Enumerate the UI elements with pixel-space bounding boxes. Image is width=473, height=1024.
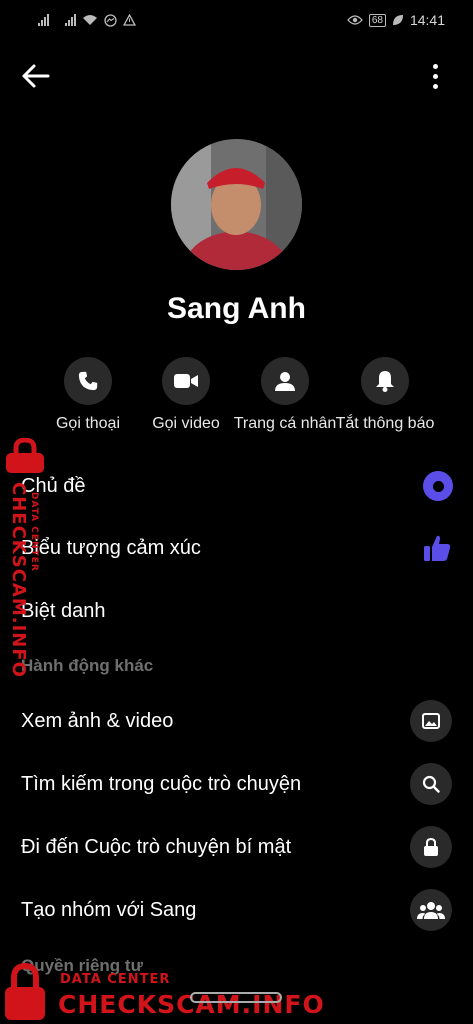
secret-conversation-button[interactable]: [410, 826, 452, 868]
top-bar: [0, 52, 473, 100]
mute-button[interactable]: [361, 357, 409, 405]
avatar: [171, 139, 302, 270]
watermark-tag: DATA CENTER: [60, 972, 171, 987]
status-left: [38, 13, 136, 27]
create-group-label: Tạo nhóm với Sang: [21, 898, 197, 921]
watermark-site-vertical: CHECKSCAM.INFO: [8, 482, 29, 678]
mute-label: Tắt thông báo: [335, 415, 435, 432]
messenger-icon: [104, 13, 117, 27]
secret-conversation-row[interactable]: Đi đến Cuộc trò chuyện bí mật: [0, 821, 473, 873]
theme-row[interactable]: Chủ đề: [0, 460, 473, 512]
bell-icon: [376, 371, 394, 392]
mute-action[interactable]: Tắt thông báo: [330, 357, 440, 433]
home-indicator[interactable]: [190, 992, 282, 1003]
search-button[interactable]: [410, 763, 452, 805]
person-icon: [275, 372, 295, 391]
theme-icon: [423, 471, 453, 501]
signal-icon: [38, 14, 49, 26]
clock: 14:41: [409, 12, 445, 28]
status-right: 68 14:41: [346, 12, 445, 28]
phone-icon: [78, 371, 98, 391]
profile-action[interactable]: Trang cá nhân: [230, 357, 340, 433]
video-action[interactable]: Gọi video: [131, 357, 241, 433]
search-row[interactable]: Tìm kiếm trong cuộc trò chuyện: [0, 758, 473, 810]
secret-conversation-label: Đi đến Cuộc trò chuyện bí mật: [21, 835, 292, 858]
watermark-side: CHECKSCAM.INFO DATA CENTER: [2, 437, 52, 678]
media-row[interactable]: Xem ảnh & video: [0, 695, 473, 747]
padlock-logo-icon: [5, 962, 45, 1020]
create-group-row[interactable]: Tạo nhóm với Sang: [0, 884, 473, 936]
call-button[interactable]: [64, 357, 112, 405]
video-call-button[interactable]: [162, 357, 210, 405]
lock-icon: [424, 837, 438, 856]
battery-level: 68: [368, 13, 386, 27]
profile-label: Trang cá nhân: [233, 415, 337, 432]
emoji-row[interactable]: Biểu tượng cảm xúc: [0, 522, 473, 574]
more-options-button[interactable]: [425, 60, 445, 92]
search-icon: [422, 775, 440, 793]
group-icon: [417, 902, 445, 919]
video-camera-icon: [174, 374, 198, 388]
quick-actions: Gọi thoại Gọi video Trang cá nhân Tắt th…: [0, 357, 473, 437]
media-button[interactable]: [410, 700, 452, 742]
warning-icon: [123, 14, 136, 26]
thumbs-up-icon: [424, 535, 451, 561]
status-bar: 68 14:41: [0, 0, 473, 40]
eye-icon: [346, 15, 363, 25]
profile-name: Sang Anh: [167, 292, 306, 325]
watermark-tag-vertical: DATA CENTER: [29, 492, 39, 572]
media-label: Xem ảnh & video: [21, 709, 174, 732]
padlock-logo-icon: [6, 437, 44, 473]
create-group-button[interactable]: [410, 889, 452, 931]
video-label: Gọi video: [152, 415, 220, 432]
signal-icon: [65, 14, 76, 26]
call-action[interactable]: Gọi thoại: [33, 357, 143, 433]
back-button[interactable]: [20, 62, 52, 90]
profile-button[interactable]: [261, 357, 309, 405]
leaf-icon: [392, 15, 403, 25]
image-icon: [422, 713, 440, 729]
search-label: Tìm kiếm trong cuộc trò chuyện: [21, 772, 302, 795]
back-arrow-icon: [22, 64, 50, 88]
wifi-icon: [83, 15, 97, 25]
call-label: Gọi thoại: [55, 415, 121, 432]
nickname-row[interactable]: Biệt danh: [0, 585, 473, 637]
